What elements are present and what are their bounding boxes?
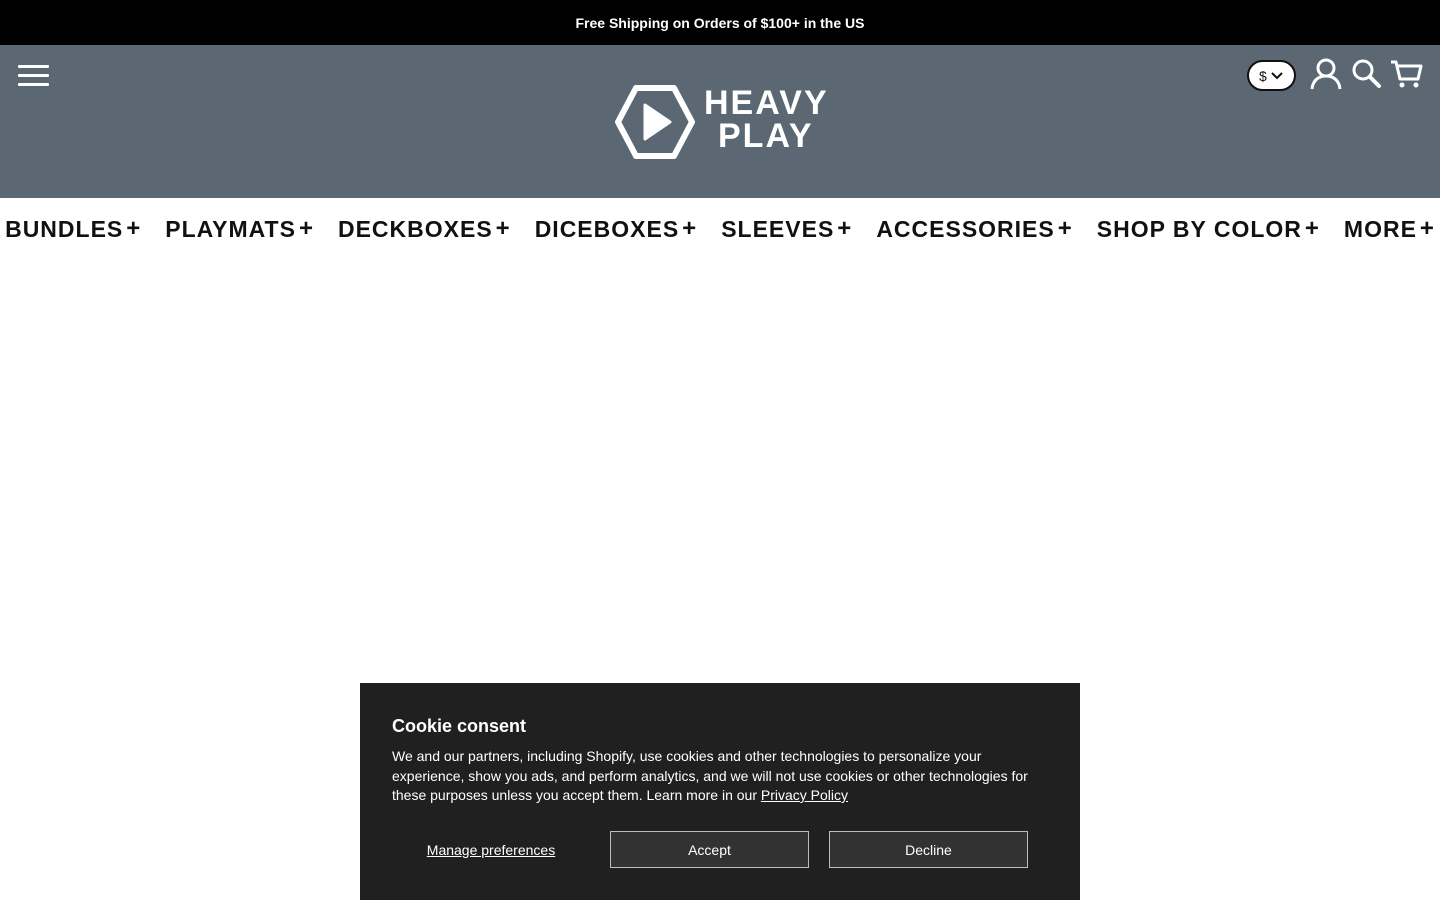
announcement-bar: Free Shipping on Orders of $100+ in the …	[0, 0, 1440, 45]
nav-item-bundles[interactable]: BUNDLES +	[5, 215, 141, 243]
currency-symbol: $	[1259, 67, 1267, 84]
play-hexagon-icon	[615, 85, 695, 159]
logo-text: HEAVY PLAY	[704, 86, 829, 155]
manage-preferences-button[interactable]: Manage preferences	[392, 831, 590, 868]
plus-icon: +	[126, 215, 142, 242]
plus-icon: +	[298, 215, 314, 242]
cookie-body-text: We and our partners, including Shopify, …	[392, 748, 1028, 803]
nav-label: PLAYMATS	[165, 215, 296, 242]
nav-item-deckboxes[interactable]: DECKBOXES +	[338, 215, 511, 243]
cookie-title: Cookie consent	[392, 716, 527, 736]
plus-icon: +	[682, 215, 698, 242]
announcement-text: Free Shipping on Orders of $100+ in the …	[575, 14, 865, 31]
nav-item-more[interactable]: MORE +	[1344, 215, 1435, 243]
logo[interactable]: HEAVY PLAY	[614, 83, 829, 161]
nav-label: DECKBOXES	[337, 215, 493, 242]
cookie-actions: Manage preferences Accept Decline	[392, 831, 1048, 868]
menu-icon[interactable]	[16, 62, 52, 90]
plus-icon: +	[837, 215, 853, 242]
plus-icon: +	[1057, 215, 1073, 242]
cookie-consent-banner: Cookie consent We and our partners, incl…	[360, 683, 1080, 900]
privacy-policy-link[interactable]: Privacy Policy	[761, 787, 848, 803]
plus-icon: +	[1304, 215, 1320, 242]
site-header: HEAVY PLAY $	[0, 45, 1440, 198]
nav-label: BUNDLES	[5, 215, 124, 242]
nav-label: ACCESSORIES	[876, 215, 1055, 242]
search-icon[interactable]	[1350, 57, 1384, 91]
accept-button[interactable]: Accept	[610, 831, 809, 868]
nav-item-diceboxes[interactable]: DICEBOXES +	[535, 215, 698, 243]
decline-button[interactable]: Decline	[829, 831, 1028, 868]
nav-item-accessories[interactable]: ACCESSORIES +	[876, 215, 1072, 243]
nav-label: SLEEVES	[721, 215, 835, 242]
chevron-down-icon	[1271, 71, 1283, 79]
nav-item-playmats[interactable]: PLAYMATS +	[165, 215, 314, 243]
cookie-body: We and our partners, including Shopify, …	[392, 747, 1042, 806]
nav-label: SHOP BY COLOR	[1096, 215, 1302, 242]
user-icon[interactable]	[1309, 57, 1343, 91]
nav-item-shop-by-color[interactable]: SHOP BY COLOR +	[1097, 215, 1320, 243]
nav-label: MORE	[1343, 215, 1417, 242]
currency-selector[interactable]: $	[1247, 60, 1296, 91]
logo-line-2: PLAY	[718, 117, 814, 155]
plus-icon: +	[495, 215, 511, 242]
nav-label: DICEBOXES	[534, 215, 680, 242]
nav-item-sleeves[interactable]: SLEEVES +	[721, 215, 852, 243]
main-nav: BUNDLES + PLAYMATS + DECKBOXES + DICEBOXES +…	[0, 198, 1440, 260]
cart-icon[interactable]	[1390, 57, 1424, 91]
plus-icon: +	[1419, 215, 1435, 242]
